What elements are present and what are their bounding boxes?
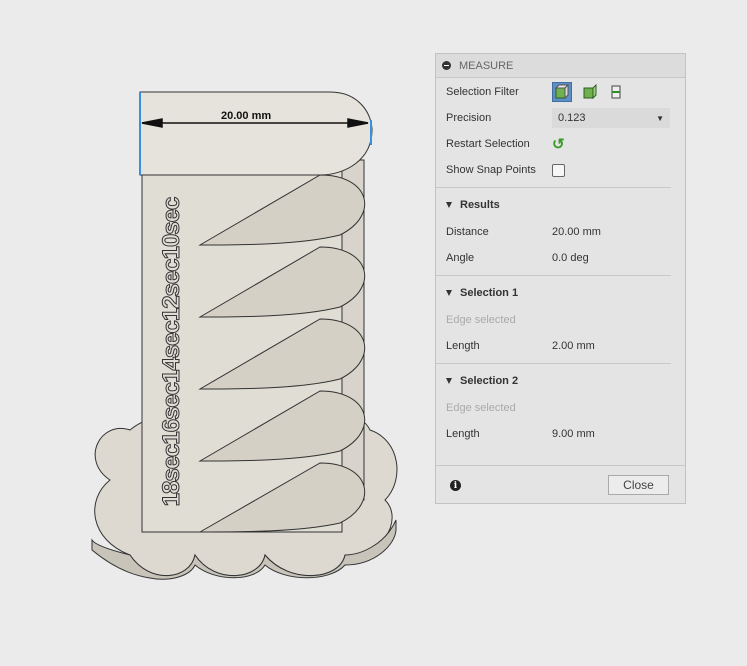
- dimension-label: 20.00 mm: [221, 110, 272, 122]
- selection2-status-row: Edge selected: [446, 398, 671, 418]
- restart-selection-icon[interactable]: ↺: [552, 135, 565, 153]
- angle-row: Angle 0.0 deg: [446, 248, 671, 268]
- selection-filter-row: Selection Filter: [446, 82, 671, 102]
- expand-triangle-icon: [446, 378, 452, 384]
- selection1-status: Edge selected: [446, 314, 516, 326]
- restart-label: Restart Selection: [446, 138, 530, 150]
- dropdown-arrow-icon: ▼: [656, 113, 664, 123]
- angle-label: Angle: [446, 252, 475, 264]
- selection2-length-row: Length 9.00 mm: [446, 424, 671, 444]
- results-title: Results: [460, 199, 500, 211]
- precision-row: Precision 0.123 ▼: [446, 108, 671, 128]
- divider: [436, 363, 671, 364]
- selection1-header[interactable]: Selection 1: [446, 287, 518, 299]
- collapse-icon[interactable]: [442, 61, 451, 70]
- info-icon[interactable]: i: [450, 480, 461, 491]
- results-header[interactable]: Results: [446, 199, 500, 211]
- snap-label: Show Snap Points: [446, 164, 536, 176]
- snap-row: Show Snap Points: [446, 160, 671, 180]
- angle-value: 0.0 deg: [552, 252, 589, 264]
- expand-triangle-icon: [446, 202, 452, 208]
- length-label: Length: [446, 428, 480, 440]
- precision-value: 0.123: [558, 112, 586, 124]
- select-body-icon[interactable]: [552, 82, 572, 102]
- measure-panel: MEASURE Selection Filter Precision 0.123…: [435, 53, 686, 504]
- panel-header: MEASURE: [436, 54, 685, 78]
- precision-dropdown[interactable]: 0.123 ▼: [552, 108, 670, 128]
- divider: [436, 465, 685, 466]
- length-label: Length: [446, 340, 480, 352]
- distance-value: 20.00 mm: [552, 226, 601, 238]
- distance-row: Distance 20.00 mm: [446, 222, 671, 242]
- distance-label: Distance: [446, 226, 489, 238]
- selection2-status: Edge selected: [446, 402, 516, 414]
- selection2-length: 9.00 mm: [552, 428, 595, 440]
- selection-filter-label: Selection Filter: [446, 86, 519, 98]
- top-plate: [139, 91, 373, 176]
- selection1-status-row: Edge selected: [446, 310, 671, 330]
- selection2-header[interactable]: Selection 2: [446, 375, 518, 387]
- restart-row: Restart Selection ↺: [446, 134, 671, 154]
- selection1-length: 2.00 mm: [552, 340, 595, 352]
- selection1-title: Selection 1: [460, 287, 519, 299]
- snap-points-checkbox[interactable]: [552, 163, 565, 177]
- precision-label: Precision: [446, 112, 492, 124]
- divider: [436, 187, 671, 188]
- selection2-title: Selection 2: [460, 375, 519, 387]
- panel-title: MEASURE: [459, 59, 514, 72]
- select-edge-icon[interactable]: [608, 82, 628, 102]
- close-button[interactable]: Close: [608, 475, 669, 495]
- divider: [436, 275, 671, 276]
- select-face-icon[interactable]: [580, 82, 600, 102]
- engraved-text: 18sec16sec14sec12sec10sec: [158, 197, 186, 507]
- expand-triangle-icon: [446, 290, 452, 296]
- selection1-length-row: Length 2.00 mm: [446, 336, 671, 356]
